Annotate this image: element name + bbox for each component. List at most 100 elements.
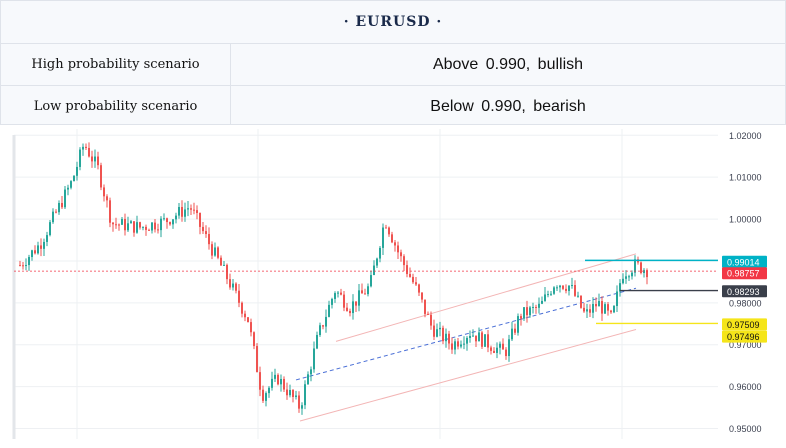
candle-body xyxy=(244,313,246,318)
candle-body xyxy=(349,310,351,314)
candle-body xyxy=(508,339,510,357)
candle-body xyxy=(436,329,438,337)
candle-body xyxy=(493,350,495,353)
candle-body xyxy=(73,175,75,182)
candle-body xyxy=(322,325,324,327)
candle-body xyxy=(184,209,186,217)
candle-body xyxy=(544,294,546,301)
candle-body xyxy=(292,389,294,397)
candle-body xyxy=(421,292,423,300)
candle-body xyxy=(253,332,255,347)
table-row: Low probability scenario Below 0.990, be… xyxy=(0,85,786,128)
candle-body xyxy=(475,335,477,342)
candle-body xyxy=(454,341,456,350)
candle-body xyxy=(568,285,570,291)
price-chart[interactable]: 1.020001.010001.000000.990000.980000.970… xyxy=(0,124,786,444)
candle-body xyxy=(376,258,378,266)
candle-body xyxy=(217,247,219,258)
candle-body xyxy=(268,387,270,394)
candle-body xyxy=(379,247,381,259)
candle-body xyxy=(148,229,150,231)
candle-body xyxy=(115,224,117,226)
price-tag-label: 0.98293 xyxy=(727,287,760,297)
candle-body xyxy=(562,285,564,289)
candle-body xyxy=(400,252,402,257)
candle-body xyxy=(31,250,33,258)
page: · EURUSD · High probability scenario Abo… xyxy=(0,0,786,444)
candle-body xyxy=(526,307,528,316)
candle-body xyxy=(313,348,315,370)
candle-body xyxy=(76,166,78,176)
candle-body xyxy=(445,333,447,342)
candle-body xyxy=(100,165,102,188)
candle-body xyxy=(514,328,516,333)
candle-body xyxy=(334,293,336,299)
candle-body xyxy=(85,146,87,148)
candle-body xyxy=(97,156,99,166)
y-tick-label: 1.00000 xyxy=(729,215,762,225)
candle-body xyxy=(385,227,387,229)
scenario-label-high: High probability scenario xyxy=(0,43,231,86)
candle-body xyxy=(127,223,129,231)
candle-body xyxy=(199,213,201,227)
candle-body xyxy=(586,309,588,312)
candle-body xyxy=(256,346,258,373)
candle-body xyxy=(427,313,429,315)
candle-body xyxy=(373,265,375,276)
candle-body xyxy=(409,274,411,277)
instrument-title: · EURUSD · xyxy=(343,14,443,30)
candle-body xyxy=(106,196,108,201)
candle-body xyxy=(517,316,519,333)
candle-body xyxy=(178,206,180,216)
candle-body xyxy=(226,264,228,280)
candle-body xyxy=(469,335,471,338)
candle-body xyxy=(286,389,288,396)
candle-body xyxy=(538,303,540,308)
candle-body xyxy=(616,291,618,306)
candle-body xyxy=(103,187,105,197)
chart-svg[interactable]: 1.020001.010001.000000.990000.980000.970… xyxy=(0,125,786,444)
candle-body xyxy=(40,245,42,249)
candle-body xyxy=(238,290,240,303)
candle-body xyxy=(49,222,51,236)
candle-body xyxy=(505,349,507,357)
candle-body xyxy=(214,247,216,256)
candle-body xyxy=(235,283,237,291)
candle-body xyxy=(433,325,435,337)
candle-body xyxy=(529,307,531,316)
candle-body xyxy=(346,307,348,311)
candle-body xyxy=(304,384,306,406)
candle-body xyxy=(232,283,234,288)
candle-body xyxy=(394,242,396,246)
candle-body xyxy=(229,279,231,288)
candle-body xyxy=(478,332,480,342)
candle-body xyxy=(547,294,549,296)
candle-body xyxy=(43,241,45,249)
candle-body xyxy=(448,333,450,344)
candle-body xyxy=(472,335,474,337)
candle-body xyxy=(442,327,444,342)
candle-body xyxy=(457,341,459,347)
candle-body xyxy=(487,334,489,348)
candle-body xyxy=(202,226,204,232)
scenario-value-low: Below 0.990, bearish xyxy=(230,85,786,128)
candle-body xyxy=(121,218,123,225)
candle-body xyxy=(490,347,492,351)
candle-body xyxy=(319,325,321,335)
candle-body xyxy=(406,265,408,275)
candle-body xyxy=(355,301,357,306)
candle-body xyxy=(181,206,183,217)
candle-body xyxy=(130,221,132,224)
price-tag-label: 0.97509 xyxy=(727,320,760,330)
candle-body xyxy=(112,222,114,225)
candle-body xyxy=(625,276,627,279)
candle-body xyxy=(22,265,24,267)
candle-body xyxy=(61,202,63,208)
candle-body xyxy=(28,257,30,266)
candle-body xyxy=(583,307,585,312)
candle-body xyxy=(463,343,465,345)
candle-body xyxy=(55,211,57,213)
candle-body xyxy=(361,290,363,294)
candle-body xyxy=(295,395,297,397)
y-tick-label: 0.96000 xyxy=(729,382,762,392)
